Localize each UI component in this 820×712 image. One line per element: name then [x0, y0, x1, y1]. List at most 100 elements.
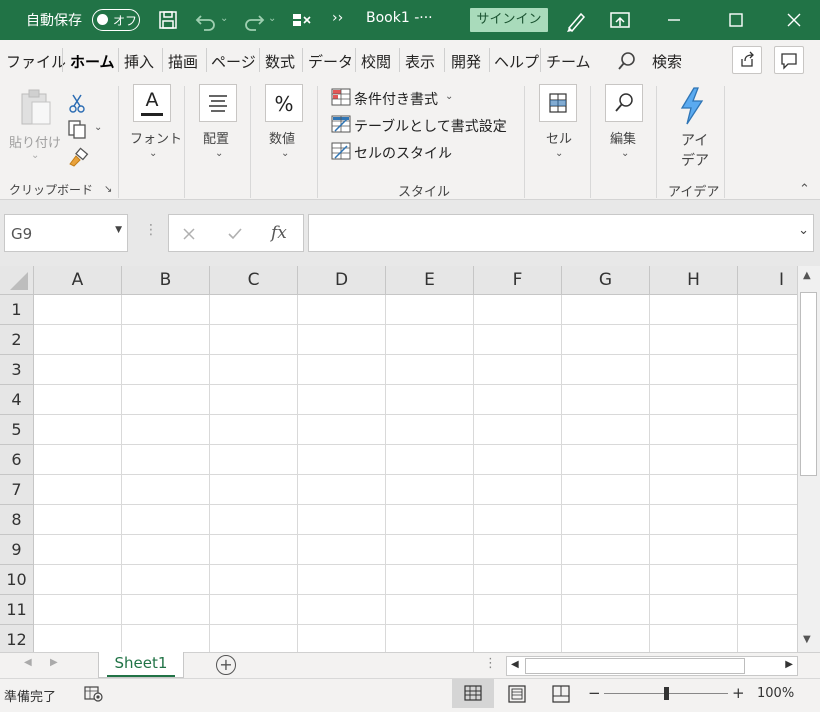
column-header[interactable]: H	[650, 266, 738, 295]
cells-button-icon[interactable]	[539, 84, 577, 122]
paste-dropdown-icon[interactable]: ⌄	[31, 150, 39, 161]
alignment-button-icon[interactable]	[199, 84, 237, 122]
row-header[interactable]: 2	[0, 325, 34, 355]
row-header[interactable]: 5	[0, 415, 34, 445]
row-header[interactable]: 3	[0, 355, 34, 385]
cancel-icon[interactable]	[179, 224, 199, 244]
formula-input[interactable]: ⌄	[308, 214, 814, 252]
vertical-scrollbar[interactable]: ▲ ▼	[797, 266, 820, 652]
save-icon[interactable]	[154, 6, 182, 34]
editing-button-icon[interactable]	[605, 84, 643, 122]
cells-dropdown-icon[interactable]: ⌄	[555, 148, 563, 159]
font-button-icon[interactable]: A	[133, 84, 171, 122]
cell-styles-dropdown-icon[interactable]: ⌄	[439, 145, 447, 156]
redo-dropdown-icon[interactable]: ⌄	[268, 13, 276, 24]
column-header[interactable]: E	[386, 266, 474, 295]
tab-file[interactable]: ファイル	[6, 51, 66, 72]
editing-dropdown-icon[interactable]: ⌄	[621, 148, 629, 159]
share-button[interactable]	[732, 46, 762, 74]
row-header[interactable]: 1	[0, 295, 34, 325]
cells-label[interactable]: セル	[546, 128, 572, 147]
cut-icon[interactable]	[66, 92, 88, 114]
zoom-level[interactable]: 100%	[757, 686, 794, 701]
pen-icon[interactable]	[562, 6, 590, 34]
zoom-slider-track[interactable]	[604, 687, 728, 700]
name-box-dropdown-icon[interactable]: ▼	[115, 225, 122, 235]
format-as-table-icon[interactable]	[331, 115, 351, 133]
format-as-table-dropdown-icon[interactable]: ⌄	[498, 118, 506, 129]
conditional-formatting-icon[interactable]	[331, 88, 351, 106]
number-button-icon[interactable]: %	[265, 84, 303, 122]
column-header[interactable]: I	[738, 266, 797, 295]
tab-draw[interactable]: 描画	[168, 51, 198, 72]
row-header[interactable]: 12	[0, 625, 34, 652]
next-sheet-icon[interactable]: ▶	[50, 657, 58, 668]
name-box[interactable]: G9 ▼	[4, 214, 128, 252]
scroll-right-icon[interactable]: ▶	[785, 659, 793, 670]
number-dropdown-icon[interactable]: ⌄	[281, 148, 289, 159]
ideas-label-line2[interactable]: デア	[681, 150, 709, 170]
tab-split-grip-icon[interactable]: ⋮	[484, 656, 497, 671]
tab-developer[interactable]: 開発	[451, 51, 481, 72]
collapse-ribbon-icon[interactable]: ⌃	[799, 182, 810, 197]
insert-function-button[interactable]: fx	[271, 223, 287, 243]
format-painter-icon[interactable]	[66, 146, 90, 168]
font-label[interactable]: フォント	[130, 128, 182, 147]
expand-formula-icon[interactable]: ⌄	[798, 223, 809, 238]
tab-help[interactable]: ヘルプ	[494, 51, 539, 72]
redo-icon[interactable]	[240, 6, 268, 34]
ideas-lightning-icon[interactable]	[676, 86, 708, 126]
scroll-left-icon[interactable]: ◀	[511, 659, 519, 670]
page-break-preview-icon[interactable]	[550, 683, 572, 705]
conditional-formatting-dropdown-icon[interactable]: ⌄	[445, 91, 453, 102]
conditional-formatting-label[interactable]: 条件付き書式	[354, 89, 438, 109]
cell-styles-label[interactable]: セルのスタイル	[354, 143, 452, 163]
tab-page-layout[interactable]: ページ	[211, 51, 256, 72]
alignment-dropdown-icon[interactable]: ⌄	[215, 148, 223, 159]
normal-view-button[interactable]	[452, 679, 494, 708]
signin-button[interactable]: サインイン	[470, 8, 548, 32]
prev-sheet-icon[interactable]: ◀	[24, 657, 32, 668]
zoom-out-button[interactable]: −	[588, 684, 601, 702]
tab-insert[interactable]: 挿入	[124, 51, 154, 72]
copy-icon[interactable]	[66, 118, 88, 140]
vertical-scroll-thumb[interactable]	[800, 292, 817, 476]
add-sheet-button[interactable]: +	[216, 655, 236, 675]
close-icon[interactable]	[780, 6, 808, 34]
zoom-in-button[interactable]: +	[732, 684, 745, 702]
undo-dropdown-icon[interactable]: ⌄	[220, 13, 228, 24]
paste-label[interactable]: 貼り付け	[9, 132, 61, 151]
row-header[interactable]: 8	[0, 505, 34, 535]
tab-review[interactable]: 校閲	[361, 51, 391, 72]
minimize-icon[interactable]	[660, 6, 688, 34]
undo-icon[interactable]	[192, 6, 220, 34]
editing-label[interactable]: 編集	[610, 128, 636, 147]
formula-bar-grip-icon[interactable]: ⋮	[144, 222, 158, 238]
clipboard-launcher-icon[interactable]: ↘	[104, 184, 112, 195]
column-header[interactable]: F	[474, 266, 562, 295]
paste-icon[interactable]	[18, 88, 54, 128]
column-header[interactable]: G	[562, 266, 650, 295]
sheet-tab-sheet1[interactable]: Sheet1	[98, 652, 184, 678]
scroll-up-icon[interactable]: ▲	[803, 270, 811, 281]
autosave-toggle[interactable]: オフ	[92, 9, 140, 31]
row-header[interactable]: 6	[0, 445, 34, 475]
tab-team[interactable]: チーム	[546, 51, 591, 72]
row-header[interactable]: 11	[0, 595, 34, 625]
tab-formulas[interactable]: 数式	[265, 51, 295, 72]
cell-styles-icon[interactable]	[331, 142, 351, 160]
search-icon[interactable]	[616, 50, 638, 72]
qat-more-icon[interactable]: ››	[332, 10, 343, 26]
ribbon-display-icon[interactable]	[606, 6, 634, 34]
alignment-label[interactable]: 配置	[203, 128, 229, 147]
row-header[interactable]: 4	[0, 385, 34, 415]
macro-recording-icon[interactable]	[84, 685, 104, 703]
column-header[interactable]: D	[298, 266, 386, 295]
search-label[interactable]: 検索	[652, 51, 682, 72]
number-label[interactable]: 数値	[269, 128, 295, 147]
tab-home[interactable]: ホーム	[70, 51, 115, 81]
select-all-button[interactable]	[0, 266, 34, 295]
row-header[interactable]: 9	[0, 535, 34, 565]
row-header[interactable]: 7	[0, 475, 34, 505]
worksheet-grid[interactable]: A B C D E F G H I 1 2 3 4 5 6 7 8 9 10 11 12	[0, 266, 797, 652]
